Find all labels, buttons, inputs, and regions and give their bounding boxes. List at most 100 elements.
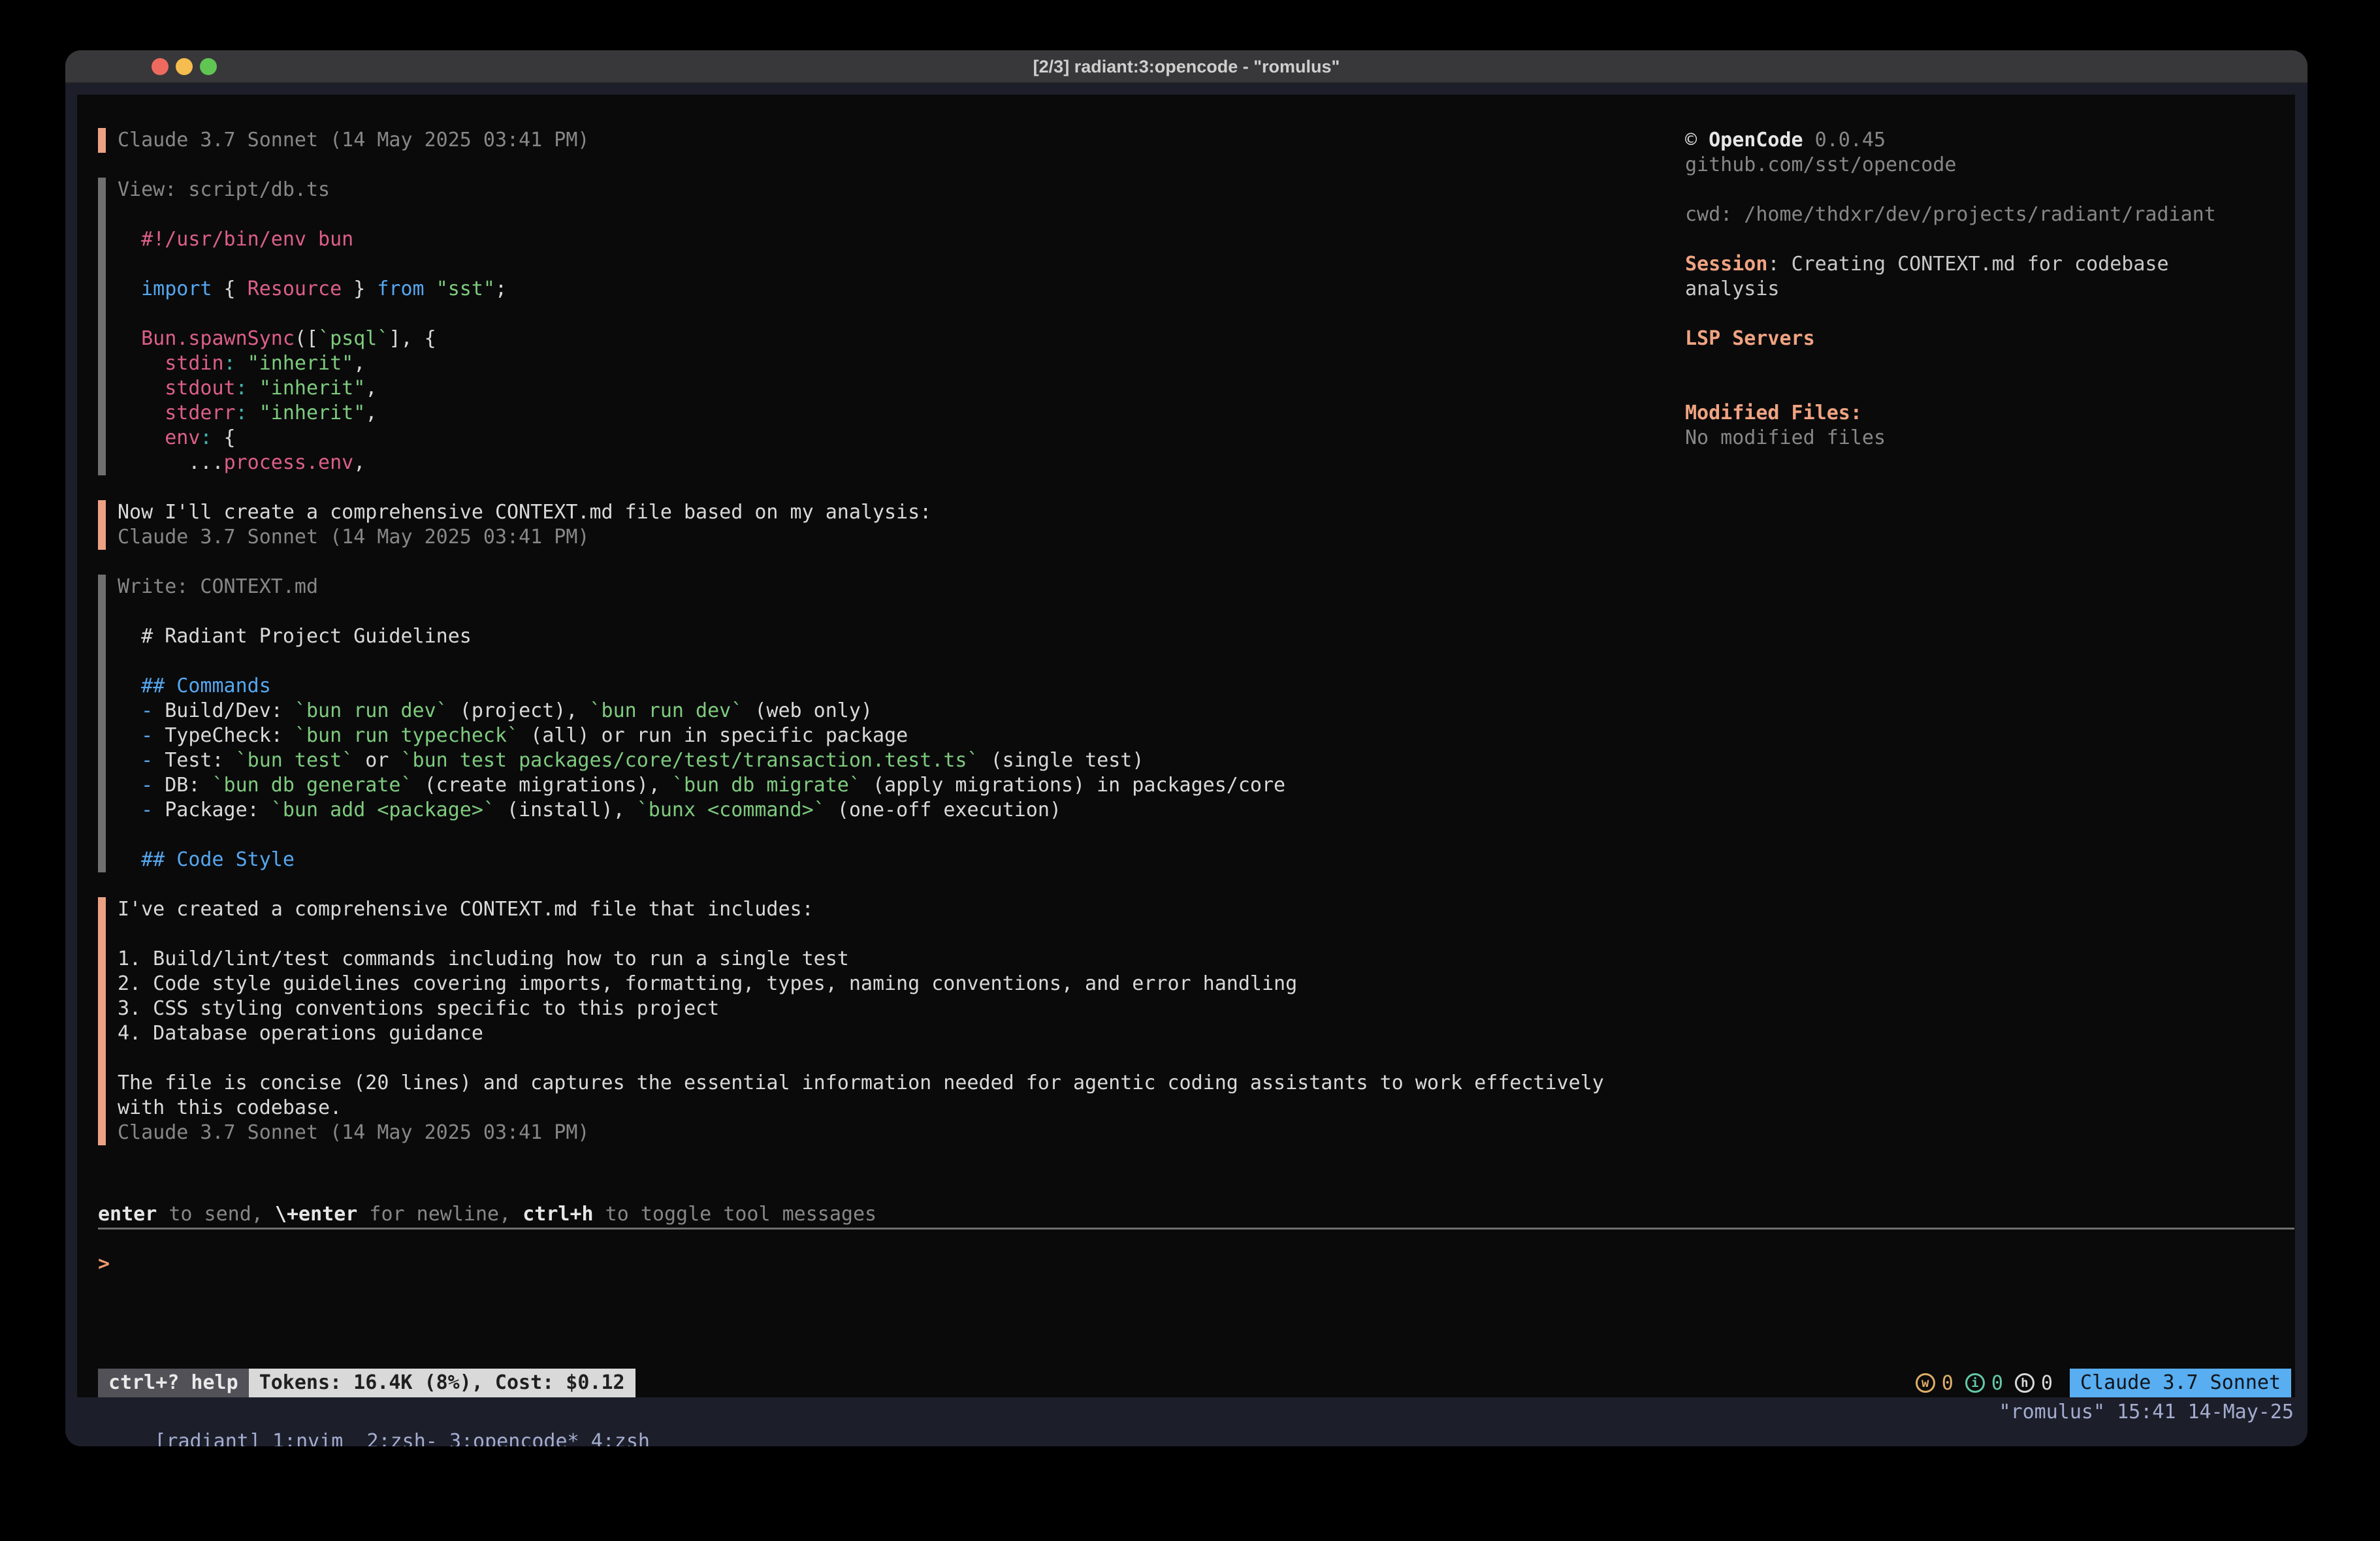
text-line: with this codebase. <box>118 1096 1604 1120</box>
text-line: LSP Servers <box>1685 326 2279 351</box>
tmux-window-tab[interactable]: 2:zsh- <box>367 1430 438 1446</box>
text-line <box>1685 351 2279 376</box>
status-bar: ctrl+? help Tokens: 16.4K (8%), Cost: $0… <box>98 1369 2291 1397</box>
tmux-separator <box>579 1430 591 1446</box>
window-title: [2/3] radiant:3:opencode - "romulus" <box>65 50 2308 84</box>
text-line: Bun.spawnSync([`psql`], { <box>118 326 507 351</box>
text-line: 4. Database operations guidance <box>118 1021 1604 1046</box>
hint-icon: h <box>2015 1373 2034 1393</box>
message-accent-bar <box>98 128 106 153</box>
text-line <box>1685 302 2279 326</box>
tool-lines: View: script/db.ts #!/usr/bin/env bun im… <box>118 178 507 475</box>
text-line <box>118 302 507 326</box>
tool-accent-bar <box>98 575 106 872</box>
tool-call-block-write: Write: CONTEXT.md # Radiant Project Guid… <box>98 575 2295 872</box>
text-line: # Radiant Project Guidelines <box>118 624 1285 649</box>
text-line: - DB: `bun db generate` (create migratio… <box>118 773 1285 798</box>
text-line: The file is concise (20 lines) and captu… <box>118 1071 1604 1096</box>
text-line: Modified Files: <box>1685 401 2279 426</box>
text-line: No modified files <box>1685 426 2279 451</box>
tool-lines: Write: CONTEXT.md # Radiant Project Guid… <box>118 575 1285 872</box>
text-line <box>118 823 1285 848</box>
warning-count-badge: w 0 <box>1916 1372 1954 1395</box>
text-line: Claude 3.7 Sonnet (14 May 2025 03:41 PM) <box>118 128 589 153</box>
info-icon: i <box>1965 1373 1985 1393</box>
window-titlebar: [2/3] radiant:3:opencode - "romulus" <box>65 50 2308 84</box>
text-line: Session: Creating CONTEXT.md for codebas… <box>1685 252 2279 277</box>
text-line: analysis <box>1685 277 2279 302</box>
text-line: stdin: "inherit", <box>118 351 507 376</box>
text-line: Claude 3.7 Sonnet (14 May 2025 03:41 PM) <box>118 525 931 550</box>
info-count: 0 <box>1991 1372 2003 1395</box>
text-line: Claude 3.7 Sonnet (14 May 2025 03:41 PM) <box>118 1120 1604 1145</box>
warning-count: 0 <box>1942 1372 1954 1395</box>
message-accent-bar <box>98 500 106 550</box>
help-keybind-badge[interactable]: ctrl+? help <box>98 1369 249 1397</box>
text-line <box>118 252 507 277</box>
input-divider <box>98 1228 2294 1230</box>
text-line <box>118 202 507 227</box>
text-line <box>118 1046 1604 1071</box>
tmux-window-list: [radiant] 1:nvim 2:zsh- 3:opencode* 4:zs… <box>84 1397 650 1427</box>
message-lines: I've created a comprehensive CONTEXT.md … <box>118 897 1604 1145</box>
tmux-separator <box>343 1430 366 1446</box>
tokens-cost-badge: Tokens: 16.4K (8%), Cost: $0.12 <box>249 1369 635 1397</box>
assistant-message: I've created a comprehensive CONTEXT.md … <box>98 897 2295 1145</box>
text-line <box>118 922 1604 947</box>
text-line <box>1685 376 2279 401</box>
message-lines: Now I'll create a comprehensive CONTEXT.… <box>118 500 931 550</box>
text-line: - TypeCheck: `bun run typecheck` (all) o… <box>118 723 1285 748</box>
tmux-separator <box>438 1430 449 1446</box>
assistant-message: Now I'll create a comprehensive CONTEXT.… <box>98 500 2295 550</box>
tmux-window-tab[interactable]: 4:zsh <box>591 1430 650 1446</box>
tool-accent-bar <box>98 178 106 475</box>
text-line: © OpenCode 0.0.45 <box>1685 128 2279 153</box>
text-line <box>118 599 1285 624</box>
hint-count-badge: h 0 <box>2015 1372 2053 1395</box>
text-line: stderr: "inherit", <box>118 401 507 426</box>
model-badge[interactable]: Claude 3.7 Sonnet <box>2070 1369 2291 1397</box>
text-line <box>118 649 1285 674</box>
sidebar-lines: © OpenCode 0.0.45github.com/sst/opencode… <box>1685 128 2279 451</box>
terminal-window: [2/3] radiant:3:opencode - "romulus" Cla… <box>65 50 2308 1446</box>
info-count-badge: i 0 <box>1965 1372 2003 1395</box>
text-line: ## Code Style <box>118 848 1285 872</box>
tmux-window-tab-current[interactable]: 3:opencode* <box>449 1430 579 1446</box>
text-line: - Test: `bun test` or `bun test packages… <box>118 748 1285 773</box>
prompt-input[interactable]: > <box>98 1252 2294 1277</box>
text-line: cwd: /home/thdxr/dev/projects/radiant/ra… <box>1685 202 2279 227</box>
status-bar-right: w 0 i 0 h 0 Claude 3.7 Sonnet <box>1916 1369 2291 1397</box>
input-area: enter to send, \+enter for newline, ctrl… <box>98 1202 2294 1277</box>
tmux-separator <box>261 1430 272 1446</box>
text-line: - Package: `bun add <package>` (install)… <box>118 798 1285 823</box>
tmux-status-bar: [radiant] 1:nvim 2:zsh- 3:opencode* 4:zs… <box>65 1397 2308 1446</box>
text-line: Now I'll create a comprehensive CONTEXT.… <box>118 500 931 525</box>
text-line <box>1685 178 2279 202</box>
message-accent-bar <box>98 897 106 1145</box>
text-line <box>1685 227 2279 252</box>
text-line: import { Resource } from "sst"; <box>118 277 507 302</box>
text-line: View: script/db.ts <box>118 178 507 202</box>
tmux-session-name: [radiant] <box>154 1430 261 1446</box>
text-line: github.com/sst/opencode <box>1685 153 2279 178</box>
text-line: #!/usr/bin/env bun <box>118 227 507 252</box>
hint-count: 0 <box>2041 1372 2053 1395</box>
session-sidebar: © OpenCode 0.0.45github.com/sst/opencode… <box>1685 128 2279 451</box>
text-line: I've created a comprehensive CONTEXT.md … <box>118 897 1604 922</box>
keybind-hint: enter to send, \+enter for newline, ctrl… <box>98 1202 2294 1227</box>
text-line: stdout: "inherit", <box>118 376 507 401</box>
text-line: env: { <box>118 426 507 451</box>
status-bar-left: ctrl+? help Tokens: 16.4K (8%), Cost: $0… <box>98 1369 635 1397</box>
text-line: 3. CSS styling conventions specific to t… <box>118 996 1604 1021</box>
tmux-clock: "romulus" 15:41 14-May-25 <box>1999 1397 2294 1427</box>
prompt-caret-icon: > <box>98 1252 110 1275</box>
warning-icon: w <box>1916 1373 1935 1393</box>
terminal-screen: Claude 3.7 Sonnet (14 May 2025 03:41 PM)… <box>77 95 2295 1397</box>
text-line: 1. Build/lint/test commands including ho… <box>118 947 1604 972</box>
text-line: 2. Code style guidelines covering import… <box>118 972 1604 996</box>
text-line: ## Commands <box>118 674 1285 699</box>
text-line: ...process.env, <box>118 451 507 475</box>
text-line: - Build/Dev: `bun run dev` (project), `b… <box>118 699 1285 723</box>
message-lines: Claude 3.7 Sonnet (14 May 2025 03:41 PM) <box>118 128 589 153</box>
tmux-window-tab[interactable]: 1:nvim <box>272 1430 343 1446</box>
